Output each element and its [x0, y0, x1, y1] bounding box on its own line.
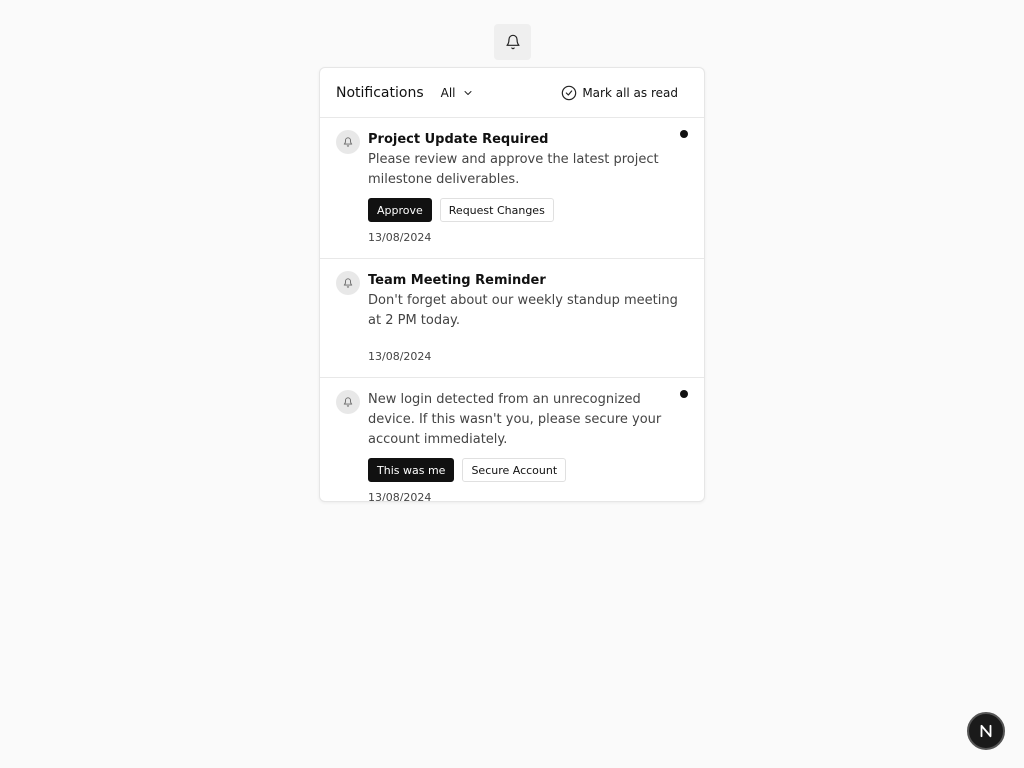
mark-all-read-button[interactable]: Mark all as read — [561, 85, 678, 101]
app-badge-button[interactable] — [967, 712, 1005, 750]
notification-avatar — [336, 271, 360, 295]
check-circle-icon — [562, 85, 577, 100]
notification-item[interactable]: Project Update Required Please review an… — [320, 118, 704, 259]
panel-header: Notifications All Mark all as read — [320, 68, 704, 118]
notification-date: 13/08/2024 — [368, 491, 432, 502]
bell-icon — [343, 278, 353, 288]
approve-button[interactable]: Approve — [368, 198, 432, 222]
bell-icon — [343, 397, 353, 407]
chevron-down-icon — [464, 90, 472, 95]
notification-date: 13/08/2024 — [368, 350, 432, 363]
notifications-panel: Notifications All Mark all as read Proje… — [319, 67, 705, 502]
notification-title: Team Meeting Reminder — [368, 273, 546, 288]
filter-label: All — [440, 85, 456, 100]
notification-title: Project Update Required — [368, 132, 549, 147]
notification-item[interactable]: New login detected from an unrecognized … — [320, 378, 704, 502]
unread-indicator — [680, 390, 688, 398]
notification-avatar — [336, 390, 360, 414]
unread-indicator — [680, 130, 688, 138]
notification-body: Don't forget about our weekly standup me… — [368, 293, 678, 328]
notification-body: New login detected from an unrecognized … — [368, 392, 662, 447]
notification-date: 13/08/2024 — [368, 231, 432, 244]
notification-list[interactable]: Project Update Required Please review an… — [320, 118, 704, 502]
filter-dropdown[interactable]: All — [441, 86, 474, 100]
notification-item[interactable]: Team Meeting Reminder Don't forget about… — [320, 259, 704, 378]
mark-all-read-label: Mark all as read — [582, 85, 678, 100]
request-changes-button[interactable]: Request Changes — [439, 198, 554, 222]
notification-avatar — [336, 130, 360, 154]
secure-account-button[interactable]: Secure Account — [462, 458, 567, 482]
notifications-bell-button[interactable] — [494, 24, 531, 60]
bell-icon — [505, 34, 520, 50]
notification-actions: This was me Secure Account — [368, 458, 688, 482]
this-was-me-button[interactable]: This was me — [368, 458, 455, 482]
bell-icon — [343, 137, 353, 147]
panel-title: Notifications — [336, 84, 424, 101]
n-logo-icon — [980, 724, 992, 738]
notification-body: Please review and approve the latest pro… — [368, 152, 659, 187]
notification-actions: Approve Request Changes — [368, 198, 688, 222]
